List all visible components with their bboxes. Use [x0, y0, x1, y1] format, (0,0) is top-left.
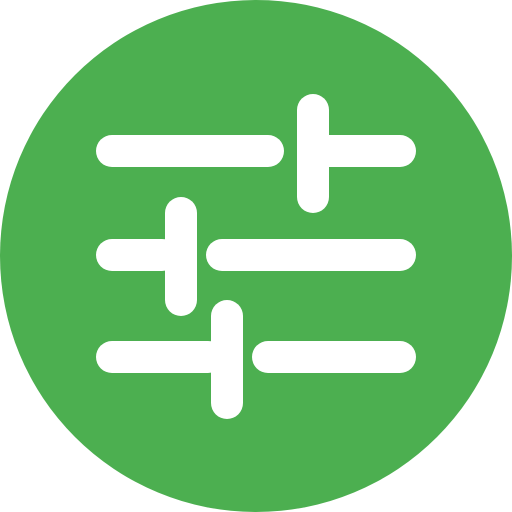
- sliders-svg: [0, 0, 512, 512]
- sliders-settings-icon: [0, 0, 512, 512]
- sliders-group: [96, 94, 416, 419]
